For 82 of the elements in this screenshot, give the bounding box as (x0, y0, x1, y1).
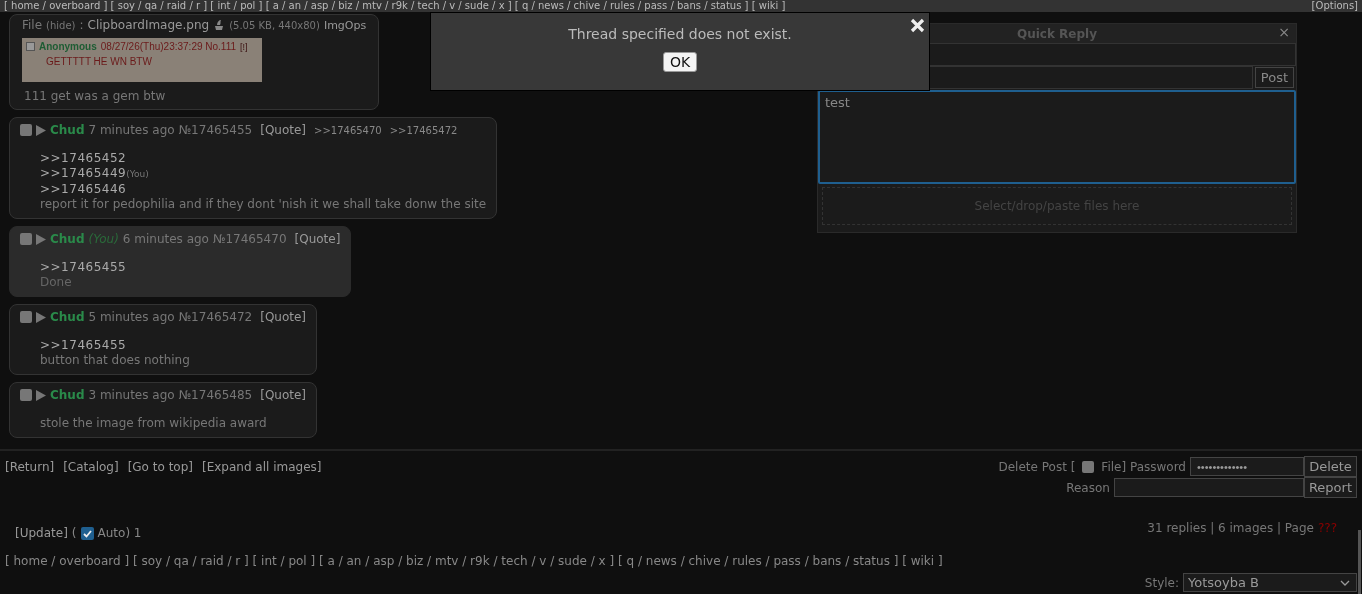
triangle-icon[interactable] (36, 124, 46, 136)
post-number-link[interactable]: №17465455 (178, 123, 253, 137)
file-checkbox[interactable] (1082, 460, 1095, 473)
footer-link[interactable]: [Catalog] (63, 460, 119, 474)
post-number-link[interactable]: №17465485 (178, 388, 253, 402)
password-label: File] Password (1101, 459, 1186, 474)
post-button[interactable]: Post (1254, 67, 1294, 88)
update-link[interactable]: [Update] (15, 526, 68, 540)
quote-link[interactable]: >>17465455 (40, 260, 127, 274)
comment-field[interactable]: test (818, 90, 1296, 184)
reason-field[interactable] (1113, 478, 1304, 497)
checkbox-icon (26, 42, 35, 51)
report-link: [!] (240, 41, 248, 52)
thumbnail-text: GETTTTT HE WN BTW (46, 56, 153, 67)
backlink[interactable]: >>17465470 (314, 124, 382, 136)
post-number-link[interactable]: №17465472 (178, 310, 253, 324)
post-checkbox[interactable] (20, 389, 32, 401)
you-marker: (You) (126, 169, 149, 179)
you-marker: (You) (88, 232, 119, 246)
auto-label: Auto) 1 (97, 526, 142, 540)
delete-post-label: Delete Post [ (998, 459, 1076, 474)
post-time: 6 minutes ago (122, 232, 209, 246)
triangle-icon[interactable] (36, 389, 46, 401)
backlink[interactable]: >>17465472 (389, 124, 458, 136)
delete-button[interactable]: Delete (1304, 456, 1357, 477)
thumbnail-name: Anonymous (39, 41, 97, 52)
post-text: 111 get was a gem btw (24, 89, 167, 103)
imgops-link[interactable]: ImgOps (323, 19, 367, 32)
quote-link[interactable]: [Quote] (294, 232, 341, 246)
quote-link[interactable]: [Quote] (260, 123, 307, 137)
image-thumbnail[interactable]: Anonymous 08/27/26(Thu)23:37:29 No.111 [!] GETTTTT HE WN BTW (22, 38, 262, 82)
post-checkbox[interactable] (20, 311, 32, 323)
colon-text: : (79, 18, 84, 32)
reason-label: Reason (1066, 480, 1110, 495)
post-time: 7 minutes ago (88, 123, 175, 137)
poster-name: Chud (50, 232, 85, 246)
style-label: Style: (1144, 575, 1179, 590)
board-nav[interactable]: [ home / overboard ] [ soy / qa / raid / r ] [ int / pol ] [ a / an / asp / biz / mtv / r9k / tech / v / sude / x ] [ q / news / chive / rules / pass / bans / status ] [ wiki ] (4, 0, 786, 12)
quote-link[interactable]: >>17465452 (40, 151, 127, 165)
quote-link[interactable]: >>17465449 (40, 166, 127, 180)
triangle-icon[interactable] (36, 311, 46, 323)
ok-button[interactable]: OK (662, 52, 698, 72)
quote-link[interactable]: [Quote] (260, 310, 307, 324)
post-time: 5 minutes ago (88, 310, 175, 324)
scrollbar[interactable] (1358, 530, 1361, 594)
report-button[interactable]: Report (1303, 477, 1357, 498)
post-checkbox[interactable] (20, 124, 32, 136)
page-number: ??? (1317, 521, 1337, 535)
poster-name: Chud (50, 388, 85, 402)
auto-checkbox[interactable] (80, 526, 94, 540)
poster-name: Chud (50, 310, 85, 324)
thumbnail-date: 08/27/26(Thu)23:37:29 No.111 (100, 41, 237, 52)
paren-text: ( (71, 526, 77, 540)
board-nav[interactable]: [ home / overboard ] [ soy / qa / raid / r ] [ int / pol ] [ a / an / asp / biz / mtv / r9k / tech / v / sude / x ] [ q / news / chive / rules / pass / bans / status ] [ wiki ] (5, 554, 1357, 568)
quote-link[interactable]: [Quote] (260, 388, 307, 402)
triangle-icon[interactable] (36, 233, 46, 245)
footer-link[interactable]: [Return] (5, 460, 55, 474)
close-icon[interactable] (910, 18, 925, 33)
post-text: report it for pedophilia and if they dont 'nish it we shall take donw the site (40, 197, 487, 211)
password-field[interactable]: ••••••••••••• (1190, 457, 1304, 476)
alert-message: Thread specified does not exist. (568, 26, 792, 42)
options-link[interactable]: [Options] (1311, 0, 1358, 12)
thread-stats: 31 replies | 6 images | Page (1147, 521, 1314, 535)
post-number-link[interactable]: №17465470 (212, 232, 287, 246)
style-select[interactable]: Yotsoyba B (1183, 573, 1357, 592)
chevron-down-icon (1340, 579, 1350, 586)
file-meta: (5.05 KB, 440x80) (229, 20, 320, 31)
quote-link[interactable]: >>17465455 (40, 338, 127, 352)
footer-link[interactable]: [Expand all images] (202, 460, 322, 474)
post-time: 3 minutes ago (88, 388, 175, 402)
quote-link[interactable]: >>17465446 (40, 182, 127, 196)
tool-icon[interactable] (213, 19, 226, 31)
poster-name: Chud (50, 123, 85, 137)
filename-link[interactable]: ClipboardImage.png (87, 18, 210, 32)
file-label: File (22, 18, 43, 32)
post-text: button that does nothing (40, 353, 190, 367)
post-checkbox[interactable] (20, 233, 32, 245)
hide-link[interactable]: (hide) (46, 20, 76, 31)
close-button[interactable]: × (1278, 24, 1290, 40)
footer-link[interactable]: [Go to top] (127, 460, 193, 474)
post-text: Done (40, 275, 72, 289)
post-text: stole the image from wikipedia award (40, 416, 267, 430)
